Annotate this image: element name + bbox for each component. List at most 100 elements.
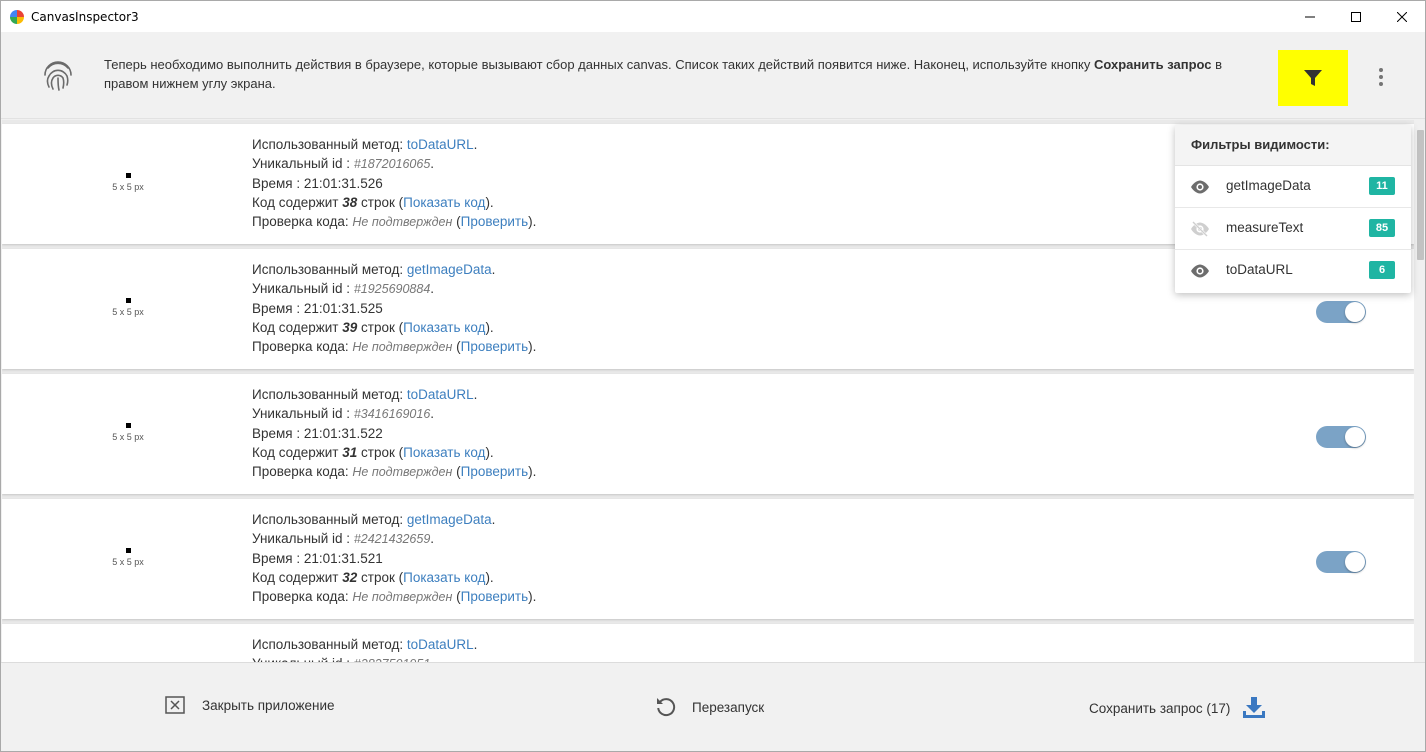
method-label: Использованный метод: — [252, 137, 404, 152]
canvas-size: 5 x 5 px — [112, 182, 144, 192]
line-count: 38 — [342, 195, 358, 210]
show-code-link[interactable]: Показать код — [403, 195, 485, 210]
check-label: Проверка кода: — [252, 214, 349, 229]
code-label: Код содержит — [252, 570, 339, 585]
canvas-preview — [125, 173, 131, 178]
canvas-thumbnail[interactable]: 5 x 5 px — [98, 173, 158, 192]
filter-button[interactable] — [1278, 50, 1348, 106]
filter-label: measureText — [1226, 220, 1304, 235]
time-label: Время : — [252, 551, 301, 566]
method-label: Использованный метод: — [252, 262, 404, 277]
check-link[interactable]: Проверить — [461, 589, 529, 604]
more-vert-icon-dot — [1379, 75, 1383, 79]
list-scrollbar[interactable] — [1414, 120, 1425, 662]
line-count: 31 — [342, 445, 358, 460]
close-window-button[interactable] — [1379, 1, 1425, 32]
check-label: Проверка кода: — [252, 589, 349, 604]
id-label: Уникальный id : — [252, 406, 351, 421]
instruction-part1: Теперь необходимо выполнить действия в б… — [104, 57, 1091, 72]
save-request-label: Сохранить запрос (17) — [1089, 700, 1231, 716]
canvas-preview — [125, 423, 131, 428]
show-code-link[interactable]: Показать код — [403, 320, 485, 335]
scrollbar-thumb[interactable] — [1417, 130, 1424, 260]
item-toggle[interactable] — [1316, 426, 1366, 448]
filter-count-badge: 85 — [1369, 219, 1395, 237]
code-label: Код содержит — [252, 195, 339, 210]
item-details: Использованный метод: toDataURL. Уникаль… — [252, 387, 537, 479]
id-label: Уникальный id : — [252, 531, 351, 546]
time-label: Время : — [252, 426, 301, 441]
window-controls — [1287, 1, 1425, 32]
lines-label: строк — [361, 320, 395, 335]
filter-count-badge: 11 — [1369, 177, 1395, 195]
check-link[interactable]: Проверить — [461, 339, 529, 354]
check-status: Не подтвержден — [352, 340, 453, 354]
id-value: #1872016065 — [353, 157, 431, 171]
time-label: Время : — [252, 301, 301, 316]
restart-icon — [657, 698, 676, 717]
window-title: CanvasInspector3 — [31, 9, 139, 24]
filter-item-todataurl[interactable]: toDataURL 6 — [1175, 250, 1411, 292]
method-value: toDataURL — [406, 137, 474, 152]
filter-icon — [1304, 70, 1322, 86]
footer-bar: Закрыть приложение Перезапуск Сохранить … — [1, 662, 1425, 751]
fingerprint-icon — [44, 61, 72, 91]
id-value: #3416169016 — [353, 407, 431, 421]
show-code-link[interactable]: Показать код — [403, 570, 485, 585]
more-vert-icon-dot — [1379, 68, 1383, 72]
filter-item-measuretext[interactable]: measureText 85 — [1175, 208, 1411, 250]
toggle-knob — [1345, 552, 1365, 572]
item-toggle[interactable] — [1316, 551, 1366, 573]
check-label: Проверка кода: — [252, 464, 349, 479]
restart-button[interactable]: Перезапуск — [655, 696, 764, 718]
close-app-label: Закрыть приложение — [202, 697, 335, 713]
id-label: Уникальный id : — [252, 156, 351, 171]
restart-label: Перезапуск — [692, 699, 765, 715]
more-menu-button[interactable] — [1369, 65, 1393, 89]
app-logo-icon — [10, 9, 24, 24]
canvas-preview — [125, 548, 131, 553]
time-value: 21:01:31.521 — [303, 551, 383, 566]
minimize-button[interactable] — [1287, 1, 1333, 32]
method-value: getImageData — [406, 262, 492, 277]
method-value: toDataURL — [406, 387, 474, 402]
close-app-button[interactable]: Закрыть приложение — [165, 696, 335, 714]
show-code-link[interactable]: Показать код — [403, 445, 485, 460]
toggle-knob — [1345, 302, 1365, 322]
check-link[interactable]: Проверить — [461, 214, 529, 229]
item-details: Использованный метод: toDataURL. Уникаль… — [252, 137, 537, 229]
filter-count-badge: 6 — [1369, 261, 1395, 279]
check-status: Не подтвержден — [352, 215, 453, 229]
app-window: CanvasInspector3 Теперь необходимо выпол… — [0, 0, 1426, 752]
info-header: Теперь необходимо выполнить действия в б… — [1, 32, 1425, 119]
id-label: Уникальный id : — [252, 281, 351, 296]
time-label: Время : — [252, 176, 301, 191]
method-label: Использованный метод: — [252, 387, 404, 402]
list-item: Использованный метод: toDataURL. Уникаль… — [2, 624, 1414, 662]
list-item: 5 x 5 px Использованный метод: getImageD… — [2, 499, 1414, 619]
close-box-icon — [165, 696, 185, 714]
filter-label: getImageData — [1226, 178, 1311, 193]
time-value: 21:01:31.525 — [303, 301, 383, 316]
check-link[interactable]: Проверить — [461, 464, 529, 479]
code-label: Код содержит — [252, 320, 339, 335]
canvas-thumbnail[interactable]: 5 x 5 px — [98, 298, 158, 317]
code-label: Код содержит — [252, 445, 339, 460]
filter-item-getimagedata[interactable]: getImageData 11 — [1175, 166, 1411, 208]
maximize-button[interactable] — [1333, 1, 1379, 32]
canvas-thumbnail[interactable]: 5 x 5 px — [98, 548, 158, 567]
item-toggle[interactable] — [1316, 301, 1366, 323]
check-label: Проверка кода: — [252, 339, 349, 354]
list-item: 5 x 5 px Использованный метод: toDataURL… — [2, 374, 1414, 494]
save-request-button[interactable]: Сохранить запрос (17) — [1089, 696, 1266, 720]
time-value: 21:01:31.526 — [303, 176, 383, 191]
download-icon — [1243, 697, 1266, 718]
line-count: 39 — [342, 320, 358, 335]
instruction-text: Теперь необходимо выполнить действия в б… — [104, 55, 1254, 93]
toggle-knob — [1345, 427, 1365, 447]
lines-label: строк — [361, 195, 395, 210]
check-status: Не подтвержден — [352, 590, 453, 604]
canvas-thumbnail[interactable]: 5 x 5 px — [98, 423, 158, 442]
canvas-size: 5 x 5 px — [112, 432, 144, 442]
eye-icon — [1191, 264, 1209, 278]
